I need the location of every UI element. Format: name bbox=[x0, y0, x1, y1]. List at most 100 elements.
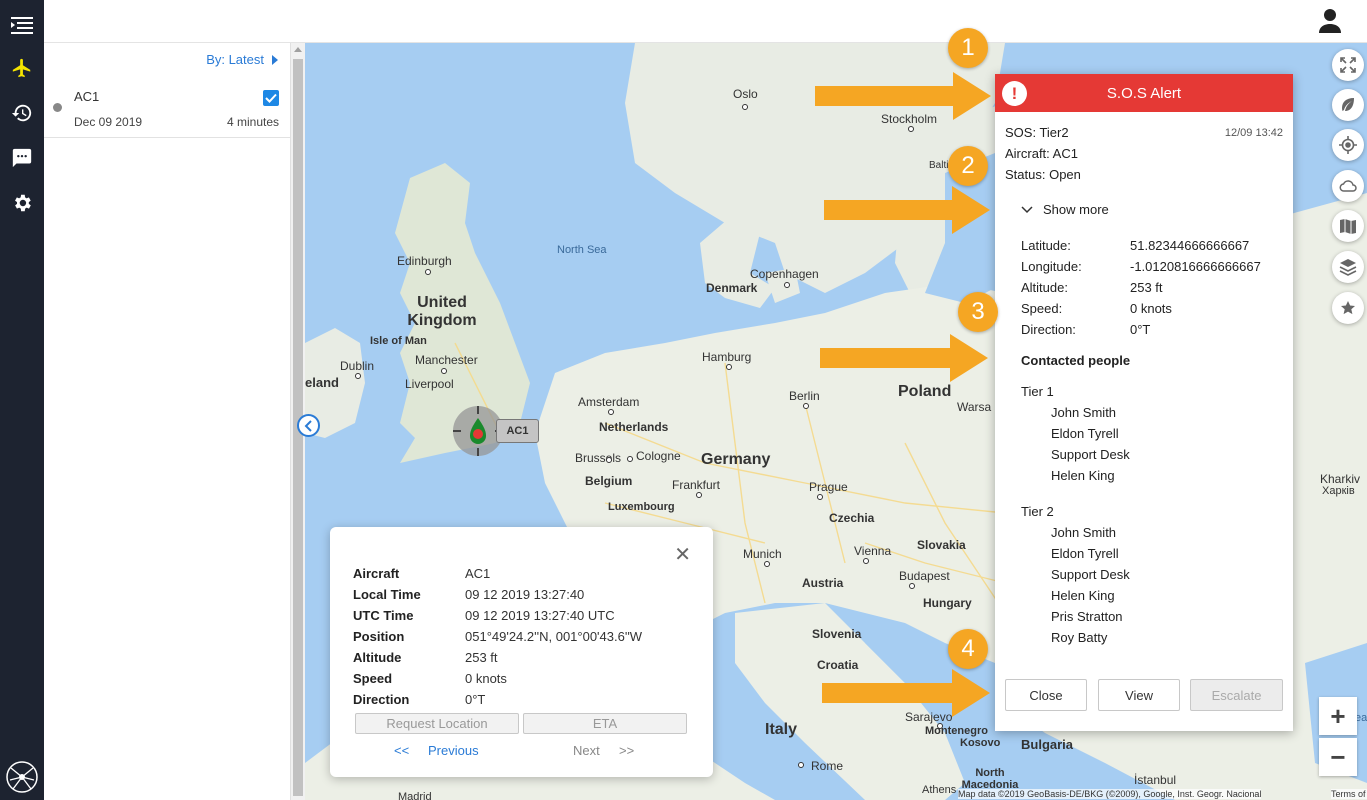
map-label-slovakia: Slovakia bbox=[917, 538, 966, 552]
map-label-prague: Prague bbox=[809, 480, 848, 494]
settings-icon[interactable] bbox=[0, 181, 44, 225]
detail-value: 0 knots bbox=[1130, 301, 1172, 316]
detail-row-speed: Speed: 0 knots bbox=[1021, 301, 1172, 316]
map-label-north-macedonia: North Macedonia bbox=[961, 767, 1019, 791]
next-link[interactable]: Next bbox=[573, 743, 600, 758]
chevron-down-icon bbox=[1021, 205, 1033, 213]
tier-2-label: Tier 2 bbox=[1021, 504, 1054, 519]
leaf-icon[interactable] bbox=[1332, 89, 1364, 121]
aircraft-map-tag[interactable]: AC1 bbox=[496, 419, 539, 443]
info-row-altitude: Altitude 253 ft bbox=[353, 650, 642, 671]
top-bar bbox=[44, 0, 1367, 43]
info-label: Speed bbox=[353, 671, 393, 686]
locate-icon[interactable] bbox=[1332, 129, 1364, 161]
caret-right-icon bbox=[272, 54, 278, 65]
fullscreen-icon[interactable] bbox=[1332, 49, 1364, 81]
aircraft-date: Dec 09 2019 bbox=[74, 115, 143, 129]
collapse-panel-button[interactable] bbox=[297, 414, 320, 437]
city-dot bbox=[696, 492, 702, 498]
history-icon[interactable] bbox=[0, 91, 44, 135]
close-icon[interactable]: ✕ bbox=[674, 545, 691, 565]
previous-arrows[interactable]: << bbox=[394, 743, 409, 758]
aircraft-list-panel: By: Latest AC1 Dec 09 2019 4 minutes bbox=[44, 43, 290, 800]
map-label-kosovo: Kosovo bbox=[960, 737, 1001, 749]
map-label-rome: Rome bbox=[811, 759, 844, 773]
detail-value: 51.82344666666667 bbox=[1130, 238, 1250, 253]
info-label: UTC Time bbox=[353, 608, 414, 623]
terms-of-use-link[interactable]: Terms of Use bbox=[1331, 789, 1367, 799]
close-button[interactable]: Close bbox=[1005, 679, 1087, 711]
map-label-budapest: Budapest bbox=[899, 569, 950, 583]
city-dot bbox=[726, 364, 732, 370]
scroll-up-icon[interactable] bbox=[294, 47, 302, 52]
map-label-austria: Austria bbox=[802, 576, 844, 590]
map-label-hamburg: Hamburg bbox=[702, 350, 752, 364]
layers-icon[interactable] bbox=[1332, 251, 1364, 283]
detail-row-latitude: Latitude: 51.82344666666667 bbox=[1021, 238, 1249, 253]
tier-1-label: Tier 1 bbox=[1021, 384, 1054, 399]
aircraft-checkbox[interactable] bbox=[263, 90, 279, 106]
menu-icon[interactable] bbox=[0, 3, 44, 47]
map-label-czechia: Czechia bbox=[829, 511, 875, 525]
map-label-baltic: Balti bbox=[929, 160, 949, 171]
map-label-frankfurt: Frankfurt bbox=[672, 478, 721, 492]
map-label-edinburgh: Edinburgh bbox=[397, 254, 452, 268]
map-label-montenegro: Montenegro bbox=[925, 725, 988, 737]
map-label-slovenia: Slovenia bbox=[812, 627, 862, 641]
sos-alert-header: ! S.O.S Alert bbox=[995, 74, 1293, 112]
info-value: 09 12 2019 13:27:40 UTC bbox=[465, 608, 615, 623]
detail-label: Altitude: bbox=[1021, 280, 1068, 295]
star-icon[interactable] bbox=[1332, 292, 1364, 324]
info-row-utc-time: UTC Time 09 12 2019 13:27:40 UTC bbox=[353, 608, 642, 629]
city-dot bbox=[798, 762, 804, 768]
map-label-belgium: Belgium bbox=[585, 474, 633, 488]
detail-label: Direction: bbox=[1021, 322, 1076, 337]
map-label-madrid: Madrid bbox=[398, 791, 432, 800]
annotation-arrow-1 bbox=[815, 72, 991, 120]
show-more-toggle[interactable]: Show more bbox=[1021, 202, 1109, 217]
detail-row-longitude: Longitude: -1.0120816666666667 bbox=[1021, 259, 1261, 274]
aircraft-icon[interactable] bbox=[0, 46, 44, 90]
list-item[interactable]: AC1 Dec 09 2019 4 minutes bbox=[44, 78, 290, 138]
contacted-people-title: Contacted people bbox=[1021, 353, 1131, 368]
zoom-in-button[interactable]: + bbox=[1319, 697, 1357, 735]
request-location-button[interactable]: Request Location bbox=[355, 713, 519, 734]
info-row-local-time: Local Time 09 12 2019 13:27:40 bbox=[353, 587, 642, 608]
spider-logo-icon bbox=[0, 755, 44, 799]
info-label: Local Time bbox=[353, 587, 421, 602]
info-row-speed: Speed 0 knots bbox=[353, 671, 642, 692]
info-value: 0°T bbox=[465, 692, 486, 707]
view-button[interactable]: View bbox=[1098, 679, 1180, 711]
next-arrows[interactable]: >> bbox=[619, 743, 634, 758]
map-label-amsterdam: Amsterdam bbox=[578, 395, 640, 409]
status-dot bbox=[53, 103, 62, 112]
eta-button[interactable]: ETA bbox=[523, 713, 687, 734]
city-dot bbox=[606, 457, 612, 463]
aircraft-duration: 4 minutes bbox=[226, 115, 279, 129]
escalate-button[interactable]: Escalate bbox=[1190, 679, 1283, 711]
left-nav bbox=[0, 0, 44, 800]
info-value: 09 12 2019 13:27:40 bbox=[465, 587, 585, 602]
city-dot bbox=[608, 409, 614, 415]
map-label-denmark: Denmark bbox=[706, 281, 758, 295]
city-dot bbox=[425, 269, 431, 275]
user-icon[interactable] bbox=[1319, 9, 1341, 36]
map-icon[interactable] bbox=[1332, 210, 1364, 242]
messages-icon[interactable] bbox=[0, 136, 44, 180]
aircraft-info-table: Aircraft AC1 Local Time 09 12 2019 13:27:4… bbox=[353, 566, 642, 713]
info-label: Aircraft bbox=[353, 566, 400, 581]
contact-person: John Smith bbox=[1051, 525, 1117, 540]
map-label-united-kingdom: United Kingdom bbox=[407, 294, 477, 329]
map-label-copenhagen: Copenhagen bbox=[750, 267, 819, 281]
zoom-out-button[interactable]: − bbox=[1319, 738, 1357, 776]
sort-selector[interactable]: By: Latest bbox=[206, 52, 278, 67]
map-label-kharkiv: Kharkiv bbox=[1320, 472, 1361, 486]
previous-link[interactable]: Previous bbox=[428, 743, 479, 758]
map-label-vienna: Vienna bbox=[854, 544, 892, 558]
map-label-italy: Italy bbox=[765, 721, 798, 738]
map-label-hungary: Hungary bbox=[923, 596, 972, 610]
map-label-kharkiv-local: Харків bbox=[1322, 485, 1355, 497]
cloud-icon[interactable] bbox=[1332, 170, 1364, 202]
contact-person: Eldon Tyrell bbox=[1051, 426, 1119, 441]
info-value: AC1 bbox=[465, 566, 491, 581]
